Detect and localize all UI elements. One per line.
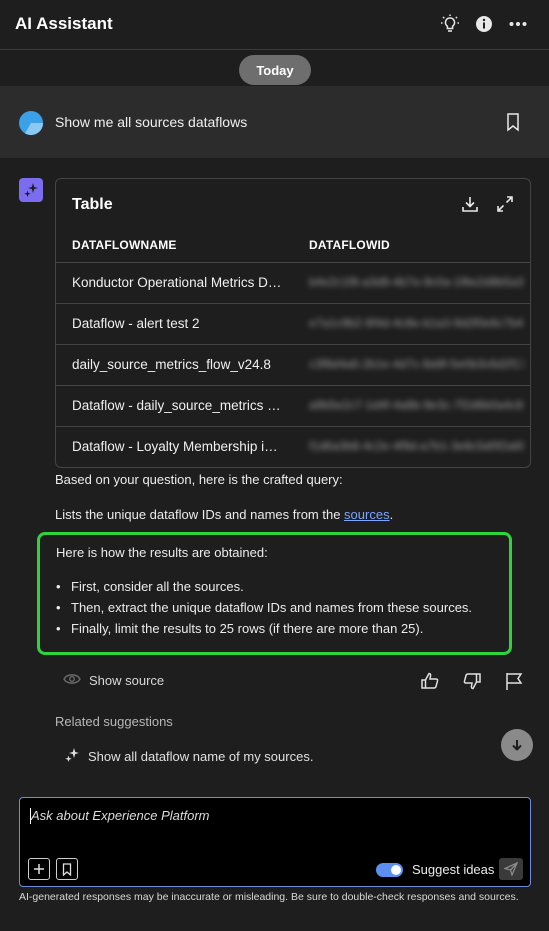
- cell-dataflow-name: Dataflow - daily_source_metrics - redact…: [72, 398, 282, 413]
- sparkle-icon: [64, 747, 80, 766]
- table-row: Dataflow - alert test 2 e7a1c9b2-6f4d-4c…: [56, 303, 530, 344]
- table-title: Table: [72, 196, 113, 213]
- steps-list: First, consider all the sources. Then, e…: [56, 579, 472, 642]
- avatar: [18, 110, 44, 136]
- cell-dataflow-name: daily_source_metrics_flow_v24.8: [72, 357, 271, 372]
- related-suggestions-heading: Related suggestions: [55, 714, 173, 729]
- table-row: Konductor Operational Metrics Data b4e2c…: [56, 262, 530, 303]
- list-item: First, consider all the sources.: [56, 579, 472, 600]
- cell-dataflow-id: a9b5e2c7-1d4f-4a8b-9e3c-7f2d6b0a4c85: [309, 398, 524, 412]
- bookmark-icon[interactable]: [505, 112, 521, 137]
- eye-icon: [63, 673, 81, 688]
- list-item: Finally, limit the results to 25 rows (i…: [56, 621, 472, 642]
- summary-suffix: .: [389, 507, 394, 522]
- highlight-box: Here is how the results are obtained: Fi…: [37, 532, 512, 655]
- column-header-id[interactable]: DATAFLOWID: [309, 238, 390, 252]
- cell-dataflow-name: Dataflow - Loyalty Membership info: [72, 439, 282, 454]
- cell-dataflow-name: Dataflow - alert test 2: [72, 316, 200, 331]
- saved-prompts-button[interactable]: [56, 858, 78, 880]
- thumbs-down-icon[interactable]: [462, 671, 482, 691]
- disclaimer-text: AI-generated responses may be inaccurate…: [19, 891, 519, 903]
- add-button[interactable]: [28, 858, 50, 880]
- cell-dataflow-id: e7a1c9b2-6f4d-4c8e-b1a3-9d2f0e6c7b48: [309, 316, 524, 330]
- list-item: Then, extract the unique dataflow IDs an…: [56, 600, 472, 621]
- download-icon[interactable]: [459, 193, 481, 215]
- user-message: Show me all sources dataflows: [0, 86, 549, 158]
- thumbs-up-icon[interactable]: [420, 671, 440, 691]
- cell-dataflow-id: b4e2c1f8-a3d9-4b7e-9c0a-1f6e2d8b5a31: [309, 275, 524, 289]
- column-header-name[interactable]: DATAFLOWNAME: [72, 238, 177, 252]
- suggest-ideas-label: Suggest ideas: [412, 862, 495, 877]
- ai-sparkle-icon: [19, 178, 43, 202]
- send-button[interactable]: [499, 858, 523, 880]
- response-summary: Lists the unique dataflow IDs and names …: [55, 507, 393, 522]
- flag-icon[interactable]: [504, 671, 524, 691]
- response-intro: Based on your question, here is the craf…: [55, 472, 343, 487]
- chat-input-placeholder: Ask about Experience Platform: [31, 808, 210, 823]
- app-title: AI Assistant: [15, 14, 113, 33]
- table-row: Dataflow - daily_source_metrics - redact…: [56, 385, 530, 426]
- lightbulb-icon[interactable]: [438, 12, 462, 36]
- suggest-ideas-toggle[interactable]: [376, 863, 403, 877]
- cell-dataflow-id: c3f8d4a6-2b1e-4d7c-8a9f-5e0b3c6d2f17: [309, 357, 524, 371]
- show-source-label: Show source: [89, 673, 165, 688]
- sources-link[interactable]: sources: [344, 507, 390, 522]
- expand-icon[interactable]: [494, 193, 516, 215]
- user-message-text: Show me all sources dataflows: [55, 114, 248, 130]
- steps-heading: Here is how the results are obtained:: [56, 545, 268, 560]
- more-icon[interactable]: [506, 12, 530, 36]
- suggestion-item[interactable]: Show all dataflow name of my sources.: [64, 747, 313, 766]
- cell-dataflow-id: f1d6a3b8-4c2e-4f9d-a7b1-3e8c5d0f2a69: [309, 439, 524, 453]
- suggestion-label: Show all dataflow name of my sources.: [88, 749, 314, 764]
- cell-dataflow-name: Konductor Operational Metrics Data: [72, 275, 282, 290]
- table-row: daily_source_metrics_flow_v24.8 c3f8d4a6…: [56, 344, 530, 385]
- result-table-card: Table DATAFLOWNAME DATAFLOWID Konductor …: [55, 178, 531, 468]
- show-source-button[interactable]: Show source: [63, 673, 164, 688]
- scroll-down-button[interactable]: [501, 729, 533, 761]
- toggle-knob: [391, 865, 401, 875]
- date-separator: Today: [239, 55, 311, 85]
- info-icon[interactable]: [472, 12, 496, 36]
- table-row: Dataflow - Loyalty Membership info f1d6a…: [56, 426, 530, 467]
- chat-input[interactable]: Ask about Experience Platform Suggest id…: [19, 797, 531, 887]
- summary-text: Lists the unique dataflow IDs and names …: [55, 507, 345, 522]
- app-header: AI Assistant: [0, 0, 549, 50]
